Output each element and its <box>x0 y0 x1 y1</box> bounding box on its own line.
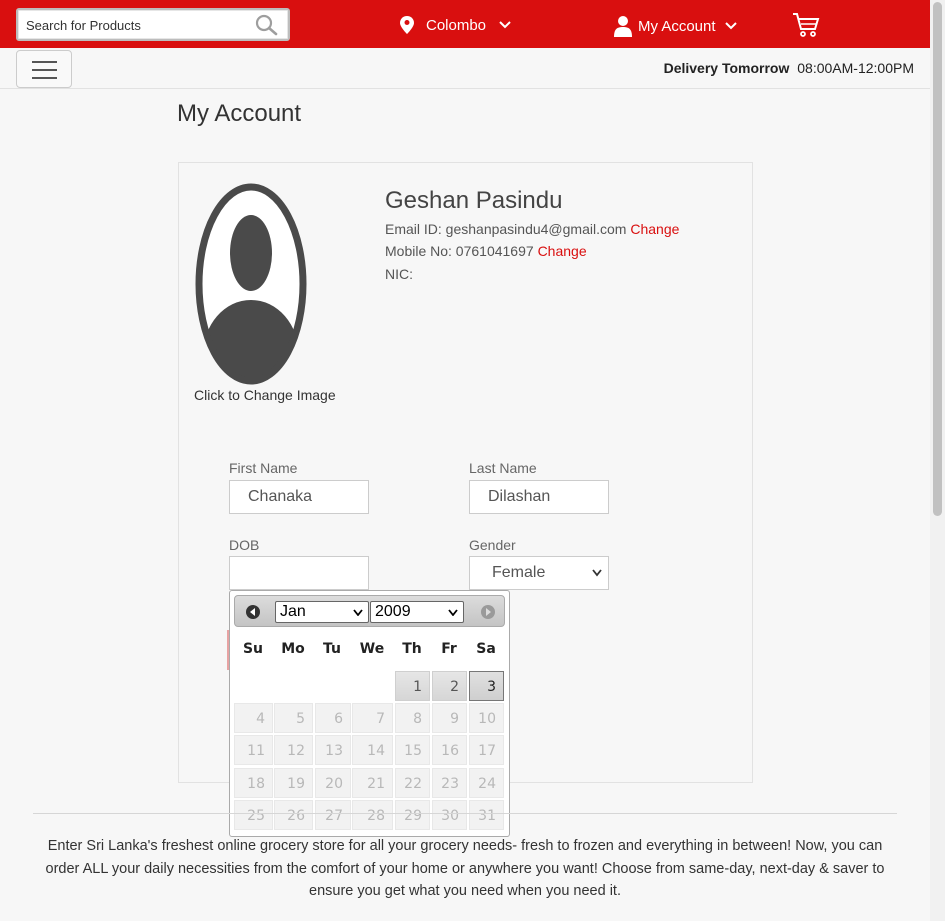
user-name: Geshan Pasindu <box>385 187 563 214</box>
chevron-down-icon <box>448 609 458 616</box>
chevron-down-icon <box>353 609 363 616</box>
weekday-label: Th <box>402 641 422 657</box>
weekday-label: Sa <box>476 641 496 657</box>
day-cell: 5 <box>274 703 313 733</box>
day-cell: 4 <box>234 703 273 733</box>
day-cell: 25 <box>234 800 273 830</box>
delivery-label: Delivery Tomorrow <box>663 60 790 76</box>
chevron-down-icon <box>724 22 737 30</box>
day-cell: 17 <box>469 735 504 765</box>
day-cell: 29 <box>395 800 430 830</box>
year-select[interactable]: 2009 <box>370 601 464 623</box>
change-mobile-link[interactable]: Change <box>538 243 587 259</box>
day-cell: 11 <box>234 735 273 765</box>
last-name-label: Last Name <box>469 460 537 476</box>
day-cell: 30 <box>432 800 467 830</box>
day-cell: 19 <box>274 768 313 798</box>
last-name-input[interactable]: Dilashan <box>469 480 609 514</box>
datepicker-popup: Jan 2009 Su Mo Tu We Th Fr Sa 1 2 3 4 5 … <box>229 590 510 837</box>
change-email-link[interactable]: Change <box>630 221 679 237</box>
day-cell: 26 <box>274 800 313 830</box>
email-text: Email ID: geshanpasindu4@gmail.com <box>385 221 627 237</box>
chevron-down-icon <box>592 569 602 577</box>
footer-description: Enter Sri Lanka's freshest online grocer… <box>45 838 885 899</box>
day-cell: 6 <box>315 703 351 733</box>
weekday-label: Su <box>242 641 264 657</box>
delivery-time: 08:00AM-12:00PM <box>797 60 914 76</box>
weekday-label: Tu <box>323 641 341 657</box>
dob-input[interactable] <box>229 556 369 590</box>
month-select[interactable]: Jan <box>275 601 369 623</box>
gender-value: Female <box>492 564 546 581</box>
page-scrollbar[interactable] <box>930 0 945 921</box>
datepicker-header: Jan 2009 <box>234 595 505 627</box>
chevron-down-icon <box>499 21 511 29</box>
top-navbar: Colombo My Account <box>0 0 930 48</box>
location-pin-icon <box>400 16 414 34</box>
day-cell[interactable]: 2 <box>432 671 467 701</box>
day-cell: 12 <box>274 735 313 765</box>
day-cell: 21 <box>352 768 393 798</box>
year-value: 2009 <box>375 603 411 620</box>
month-value: Jan <box>280 603 306 620</box>
mobile-text: Mobile No: 0761041697 <box>385 243 534 259</box>
day-cell: 15 <box>395 735 430 765</box>
location-selector[interactable]: Colombo <box>400 14 512 36</box>
day-cell: 20 <box>315 768 351 798</box>
account-label: My Account <box>638 17 716 35</box>
sub-navbar: Delivery Tomorrow 08:00AM-12:00PM <box>0 48 930 89</box>
weekday-label: Mo <box>281 641 305 657</box>
cart-icon[interactable] <box>792 12 820 38</box>
day-cell-selected[interactable]: 3 <box>469 671 504 701</box>
scrollbar-thumb[interactable] <box>933 2 942 516</box>
first-name-input[interactable]: Chanaka <box>229 480 369 514</box>
day-cell: 9 <box>432 703 467 733</box>
hamburger-icon <box>32 61 57 63</box>
day-cell: 7 <box>352 703 393 733</box>
next-month-icon[interactable] <box>480 604 496 620</box>
day-cell: 16 <box>432 735 467 765</box>
day-cell: 28 <box>352 800 393 830</box>
hamburger-icon <box>32 77 57 79</box>
footer-divider <box>33 813 897 814</box>
search-box[interactable] <box>16 8 290 41</box>
search-icon[interactable] <box>254 14 280 36</box>
day-cell: 18 <box>234 768 273 798</box>
gender-select[interactable]: Female <box>469 556 609 590</box>
prev-month-icon[interactable] <box>245 604 261 620</box>
location-label: Colombo <box>426 16 487 34</box>
day-cell: 31 <box>469 800 504 830</box>
delivery-info: Delivery Tomorrow 08:00AM-12:00PM <box>664 60 914 76</box>
search-input[interactable] <box>26 16 248 35</box>
day-cell[interactable]: 1 <box>395 671 430 701</box>
menu-toggle-button[interactable] <box>16 50 72 88</box>
weekday-label: Fr <box>441 641 457 657</box>
day-cell: 13 <box>315 735 351 765</box>
dob-label: DOB <box>229 537 260 553</box>
email-info: Email ID: geshanpasindu4@gmail.com Chang… <box>385 221 679 237</box>
page-title: My Account <box>177 100 302 127</box>
day-cell: 27 <box>315 800 351 830</box>
hamburger-icon <box>32 69 57 71</box>
day-cell: 8 <box>395 703 430 733</box>
day-cell: 23 <box>432 768 467 798</box>
mobile-info: Mobile No: 0761041697 Change <box>385 243 587 259</box>
day-cell: 22 <box>395 768 430 798</box>
day-cell: 24 <box>469 768 504 798</box>
user-icon <box>614 16 632 37</box>
weekday-label: We <box>359 641 385 657</box>
gender-label: Gender <box>469 537 516 553</box>
nic-label: NIC: <box>385 266 413 282</box>
day-cell: 10 <box>469 703 504 733</box>
first-name-label: First Name <box>229 460 298 476</box>
account-menu[interactable]: My Account <box>614 13 738 39</box>
change-image-link[interactable]: Click to Change Image <box>194 387 336 403</box>
day-cell: 14 <box>352 735 393 765</box>
avatar-icon[interactable] <box>195 183 307 385</box>
